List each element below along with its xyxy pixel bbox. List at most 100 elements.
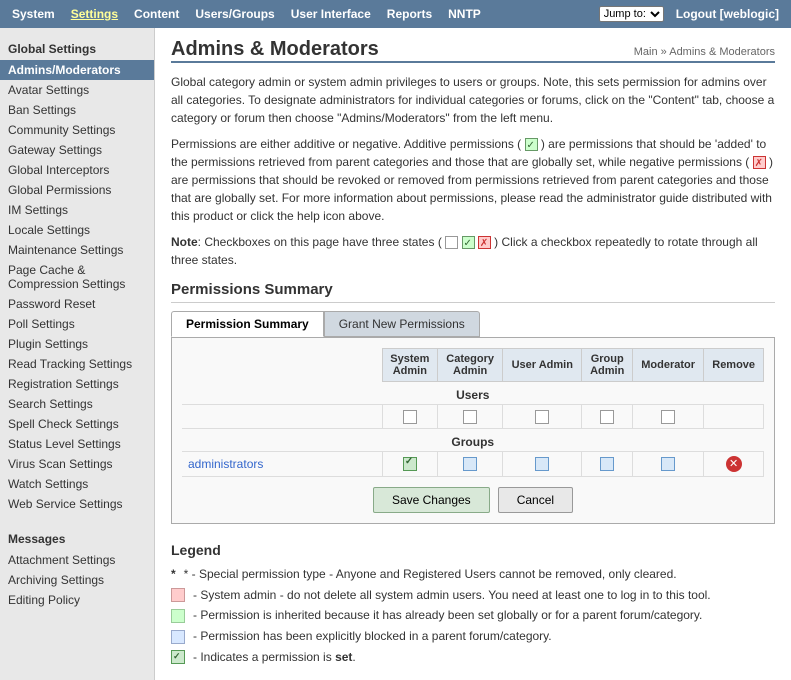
user-system-admin-checkbox[interactable] (403, 410, 417, 424)
intro-paragraph-1: Global category admin or system admin pr… (171, 73, 775, 127)
administrators-link[interactable]: administrators (188, 457, 263, 471)
table-row: administrators ✕ (182, 451, 764, 476)
sidebar-item-maintenance-settings[interactable]: Maintenance Settings (0, 240, 154, 260)
save-changes-button[interactable]: Save Changes (373, 487, 490, 513)
breadcrumb: Main » Admins & Moderators (634, 46, 775, 58)
nav-system[interactable]: System (4, 3, 63, 25)
legend-item-green: - Permission is inherited because it has… (171, 607, 775, 624)
legend-blue-box (171, 630, 185, 644)
permissions-summary-title: Permissions Summary (171, 281, 775, 303)
group-remove-cell: ✕ (704, 451, 764, 476)
sidebar-item-admins-moderators[interactable]: Admins/Moderators (0, 60, 154, 80)
sidebar-item-page-cache[interactable]: Page Cache & Compression Settings (0, 260, 154, 294)
tab-grant-new-permissions[interactable]: Grant New Permissions (324, 311, 480, 337)
group-group-admin-checkbox[interactable] (600, 457, 614, 471)
group-group-admin-cell (582, 451, 632, 476)
col-header-remove: Remove (704, 349, 764, 382)
nav-nntp[interactable]: NNTP (440, 3, 489, 25)
permission-tabs: Permission Summary Grant New Permissions (171, 311, 775, 337)
sidebar-item-virus-scan[interactable]: Virus Scan Settings (0, 454, 154, 474)
logout-link[interactable]: Logout [weblogic] (668, 3, 787, 25)
sidebar-item-global-interceptors[interactable]: Global Interceptors (0, 160, 154, 180)
nav-users-groups[interactable]: Users/Groups (187, 3, 282, 25)
nav-user-interface[interactable]: User Interface (283, 3, 379, 25)
group-category-admin-checkbox[interactable] (463, 457, 477, 471)
sidebar-item-search-settings[interactable]: Search Settings (0, 394, 154, 414)
col-header-moderator: Moderator (632, 349, 703, 382)
sidebar-item-plugin-settings[interactable]: Plugin Settings (0, 334, 154, 354)
sidebar: Global Settings Admins/Moderators Avatar… (0, 28, 155, 680)
user-user-admin-checkbox[interactable] (535, 410, 549, 424)
sidebar-item-attachment-settings[interactable]: Attachment Settings (0, 550, 154, 570)
page-header: Admins & Moderators Main » Admins & Mode… (171, 38, 775, 63)
sidebar-item-password-reset[interactable]: Password Reset (0, 294, 154, 314)
users-section-row: Users (182, 382, 764, 405)
group-moderator-cell (632, 451, 703, 476)
table-row (182, 405, 764, 429)
sidebar-item-archiving-settings[interactable]: Archiving Settings (0, 570, 154, 590)
jump-to-select[interactable]: Jump to: (599, 6, 664, 22)
negative-checkbox-example (753, 156, 766, 169)
group-name-cell: administrators (182, 451, 382, 476)
legend-green-text: - Permission is inherited because it has… (193, 607, 702, 624)
user-system-admin-cell (382, 405, 438, 429)
tab-permission-summary[interactable]: Permission Summary (171, 311, 324, 337)
check-checkbox-example (462, 236, 475, 249)
nav-settings[interactable]: Settings (63, 3, 126, 25)
group-moderator-checkbox[interactable] (661, 457, 675, 471)
sidebar-item-web-service[interactable]: Web Service Settings (0, 494, 154, 514)
user-group-admin-checkbox[interactable] (600, 410, 614, 424)
nav-reports[interactable]: Reports (379, 3, 440, 25)
action-buttons: Save Changes Cancel (182, 487, 764, 513)
user-group-admin-cell (582, 405, 632, 429)
sidebar-item-ban-settings[interactable]: Ban Settings (0, 100, 154, 120)
legend-check-box (171, 650, 185, 664)
empty-checkbox-example (445, 236, 458, 249)
sidebar-item-global-permissions[interactable]: Global Permissions (0, 180, 154, 200)
groups-section-label: Groups (182, 428, 764, 451)
legend-check-text: - Indicates a permission is set. (193, 649, 356, 666)
sidebar-item-community-settings[interactable]: Community Settings (0, 120, 154, 140)
page-layout: Global Settings Admins/Moderators Avatar… (0, 28, 791, 680)
col-header-system-admin: SystemAdmin (382, 349, 438, 382)
sidebar-item-status-level[interactable]: Status Level Settings (0, 434, 154, 454)
nav-content[interactable]: Content (126, 3, 187, 25)
legend-star-symbol: * (171, 566, 176, 583)
main-content: Admins & Moderators Main » Admins & Mode… (155, 28, 791, 680)
top-navigation: System Settings Content Users/Groups Use… (0, 0, 791, 28)
user-remove-cell (704, 405, 764, 429)
legend-item-blue: - Permission has been explicitly blocked… (171, 628, 775, 645)
user-name-cell (182, 405, 382, 429)
sidebar-item-locale-settings[interactable]: Locale Settings (0, 220, 154, 240)
groups-section-row: Groups (182, 428, 764, 451)
legend-section: Legend * * - Special permission type - A… (171, 542, 775, 666)
sidebar-item-watch-settings[interactable]: Watch Settings (0, 474, 154, 494)
sidebar-item-read-tracking[interactable]: Read Tracking Settings (0, 354, 154, 374)
permission-table-wrapper: SystemAdmin CategoryAdmin User Admin Gro… (171, 337, 775, 524)
group-remove-button[interactable]: ✕ (726, 456, 742, 472)
group-category-admin-cell (438, 451, 503, 476)
group-system-admin-cell (382, 451, 438, 476)
legend-item-check: - Indicates a permission is set. (171, 649, 775, 666)
sidebar-item-registration[interactable]: Registration Settings (0, 374, 154, 394)
x-checkbox-example (478, 236, 491, 249)
legend-blue-text: - Permission has been explicitly blocked… (193, 628, 552, 645)
legend-title: Legend (171, 542, 775, 558)
intro-paragraph-2: Permissions are either additive or negat… (171, 135, 775, 225)
user-moderator-checkbox[interactable] (661, 410, 675, 424)
sidebar-item-im-settings[interactable]: IM Settings (0, 200, 154, 220)
sidebar-item-poll-settings[interactable]: Poll Settings (0, 314, 154, 334)
legend-item-star: * * - Special permission type - Anyone a… (171, 566, 775, 583)
sidebar-item-editing-policy[interactable]: Editing Policy (0, 590, 154, 610)
user-user-admin-cell (503, 405, 582, 429)
group-user-admin-checkbox[interactable] (535, 457, 549, 471)
group-system-admin-checkbox[interactable] (403, 457, 417, 471)
messages-title: Messages (0, 526, 154, 550)
user-category-admin-checkbox[interactable] (463, 410, 477, 424)
sidebar-item-avatar-settings[interactable]: Avatar Settings (0, 80, 154, 100)
legend-green-box (171, 609, 185, 623)
col-header-user-admin: User Admin (503, 349, 582, 382)
cancel-button[interactable]: Cancel (498, 487, 573, 513)
sidebar-item-spell-check[interactable]: Spell Check Settings (0, 414, 154, 434)
sidebar-item-gateway-settings[interactable]: Gateway Settings (0, 140, 154, 160)
